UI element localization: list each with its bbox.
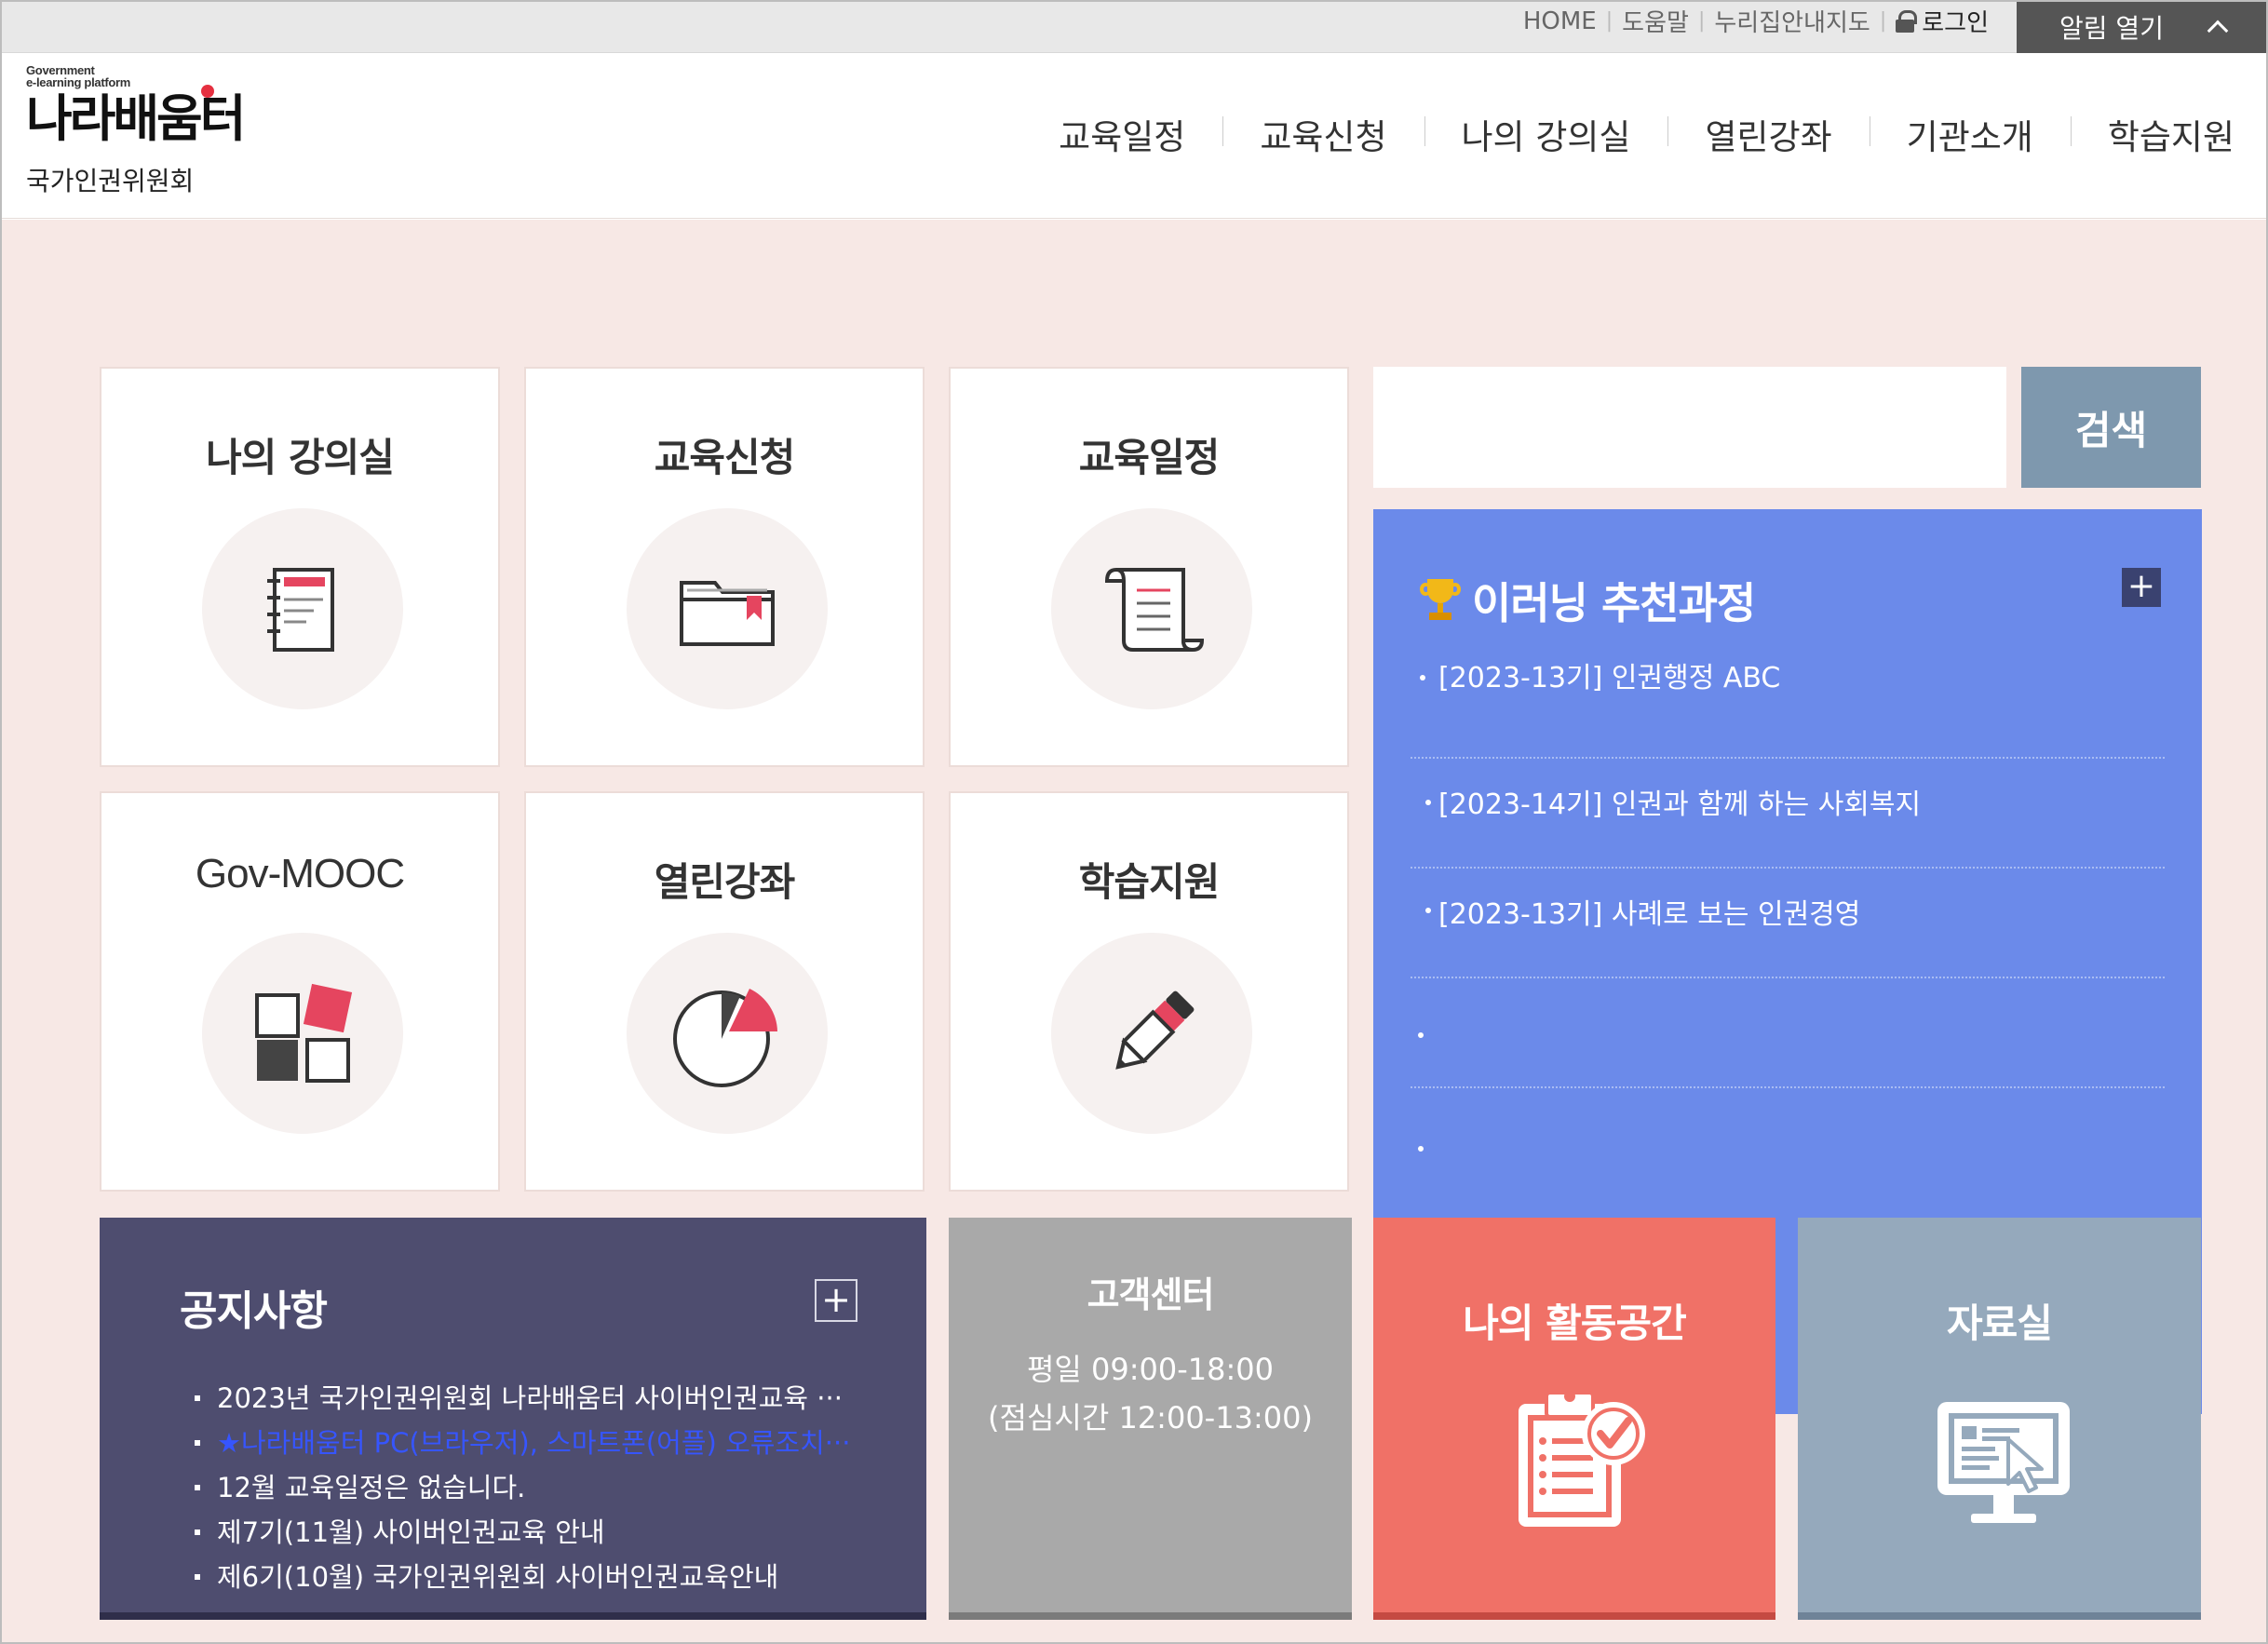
notice-item[interactable]: 제6기(10월) 국가인권위원회 사이버인권교육안내 — [185, 1555, 902, 1599]
notice-title: 공지사항 — [180, 1287, 328, 1335]
nav-item-schedule[interactable]: 교육일정 — [1021, 109, 1222, 159]
tile-icon-circle — [627, 508, 828, 709]
tile-gov-mooc[interactable]: Gov-MOOC — [100, 791, 500, 1192]
logo-dot-icon — [201, 85, 214, 98]
main-navigation: 교육일정 교육신청 나의 강의실 열린강좌 기관소개 학습지원 — [1021, 109, 2234, 159]
tile-icon-circle — [627, 933, 828, 1134]
tile-learning-support[interactable]: 학습지원 — [949, 791, 1349, 1192]
recommended-more-button[interactable]: + — [2122, 568, 2161, 607]
nav-item-my-classroom[interactable]: 나의 강의실 — [1424, 109, 1668, 159]
nav-item-about[interactable]: 기관소개 — [1869, 109, 2071, 159]
top-utility-bar: HOME | 도움말 | 누리집안내지도 | 로그인 알림 열기 — [0, 0, 2268, 53]
help-link[interactable]: 도움말 — [1622, 4, 1689, 38]
notice-more-button[interactable]: + — [815, 1279, 857, 1322]
tile-title: 열린강좌 — [654, 859, 796, 905]
monitor-cursor-icon — [1937, 1402, 2070, 1523]
tile-open-lectures[interactable]: 열린강좌 — [524, 791, 925, 1192]
tile-icon-circle — [202, 508, 403, 709]
notice-item[interactable]: 제7기(11월) 사이버인권교육 안내 — [185, 1510, 902, 1555]
tile-apply[interactable]: 교육신청 — [524, 367, 925, 767]
main-content: 나의 강의실 교육신청 교육일정 Gov-MOOC 열린강좌 학습지원 검색 이… — [0, 220, 2268, 1644]
alarm-label: 알림 열기 — [2059, 12, 2164, 44]
login-link[interactable]: 로그인 — [1896, 4, 1989, 38]
trophy-icon — [1420, 579, 1461, 622]
divider: | — [1605, 9, 1613, 33]
recommended-courses-header: 이러닝 추천과정 — [1420, 570, 1756, 631]
site-logo[interactable]: Government e-learning platform 나라배움터 국가인… — [26, 64, 305, 213]
tile-icon-circle — [1051, 508, 1252, 709]
list-item[interactable]: [2023-13기] 사례로 보는 인권경영 — [1411, 869, 2165, 978]
notice-item[interactable]: 12월 교육일정은 없습니다. — [185, 1465, 902, 1510]
scroll-icon — [1104, 567, 1205, 653]
notice-panel: 공지사항 + 2023년 국가인권위원회 나라배움터 사이버인권교육 ··· ★… — [100, 1218, 926, 1620]
tile-icon-circle — [1051, 933, 1252, 1134]
tile-title: 나의 강의실 — [206, 435, 395, 480]
folder-icon — [680, 581, 775, 646]
customer-center-title: 고객센터 — [1087, 1274, 1215, 1315]
customer-center-hours: 평일 09:00-18:00 (점심시간 12:00-13:00) — [988, 1352, 1313, 1435]
archive-title: 자료실 — [1947, 1300, 2053, 1346]
chevron-up-icon — [2207, 20, 2229, 41]
search-input[interactable] — [1373, 367, 2006, 488]
divider: | — [1697, 9, 1706, 33]
recommended-courses-title: 이러닝 추천과정 — [1472, 578, 1756, 628]
notice-item[interactable]: 2023년 국가인권위원회 나라배움터 사이버인권교육 ··· — [185, 1376, 902, 1421]
tile-my-classroom[interactable]: 나의 강의실 — [100, 367, 500, 767]
home-link[interactable]: HOME — [1523, 7, 1597, 35]
my-activity-panel[interactable]: 나의 활동공간 — [1373, 1218, 1775, 1620]
tile-title: 교육일정 — [1078, 435, 1221, 480]
login-label: 로그인 — [1922, 9, 1989, 37]
blocks-icon — [255, 983, 353, 1083]
my-activity-title: 나의 활동공간 — [1463, 1300, 1686, 1346]
organization-name: 국가인권위원회 — [26, 166, 195, 196]
customer-center-panel[interactable]: 고객센터 평일 09:00-18:00 (점심시간 12:00-13:00) — [949, 1218, 1352, 1620]
notice-item-highlighted[interactable]: ★나라배움터 PC(브라우저), 스마트폰(어플) 오류조치··· — [185, 1421, 902, 1465]
lock-icon — [1896, 9, 1918, 33]
pie-chart-icon — [673, 989, 777, 1087]
list-item[interactable] — [1411, 1088, 2165, 1198]
tile-icon-circle — [202, 933, 403, 1134]
list-item[interactable] — [1411, 978, 2165, 1088]
tile-schedule[interactable]: 교육일정 — [949, 367, 1349, 767]
sitemap-link[interactable]: 누리집안내지도 — [1714, 4, 1870, 38]
utility-links: HOME | 도움말 | 누리집안내지도 | 로그인 — [1523, 0, 1989, 42]
pencil-icon — [1115, 990, 1195, 1070]
search-button[interactable]: 검색 — [2021, 367, 2201, 488]
notice-list: 2023년 국가인권위원회 나라배움터 사이버인권교육 ··· ★나라배움터 P… — [185, 1376, 902, 1599]
notebook-icon — [267, 568, 334, 652]
tile-title: Gov-MOOC — [195, 851, 405, 896]
divider: | — [1879, 9, 1887, 33]
nav-item-open-lectures[interactable]: 열린강좌 — [1667, 109, 1869, 159]
site-header: Government e-learning platform 나라배움터 국가인… — [0, 53, 2268, 219]
nav-item-apply[interactable]: 교육신청 — [1222, 109, 1424, 159]
alarm-open-button[interactable]: 알림 열기 — [2017, 0, 2268, 53]
logo-subtitle-2: e-learning platform — [26, 75, 131, 89]
recommended-course-list: [2023-13기] 인권행정 ABC [2023-14기] 인권과 함께 하는… — [1411, 649, 2165, 1198]
tile-title: 학습지원 — [1078, 859, 1221, 905]
logo-wordmark: 나라배움터 — [26, 85, 305, 148]
list-item[interactable]: [2023-13기] 인권행정 ABC — [1411, 649, 2165, 759]
tile-title: 교육신청 — [654, 435, 796, 480]
list-item[interactable]: [2023-14기] 인권과 함께 하는 사회복지 — [1411, 759, 2165, 869]
nav-item-learning-support[interactable]: 학습지원 — [2070, 109, 2234, 159]
clipboard-check-icon — [1519, 1391, 1645, 1527]
archive-panel[interactable]: 자료실 — [1798, 1218, 2201, 1620]
